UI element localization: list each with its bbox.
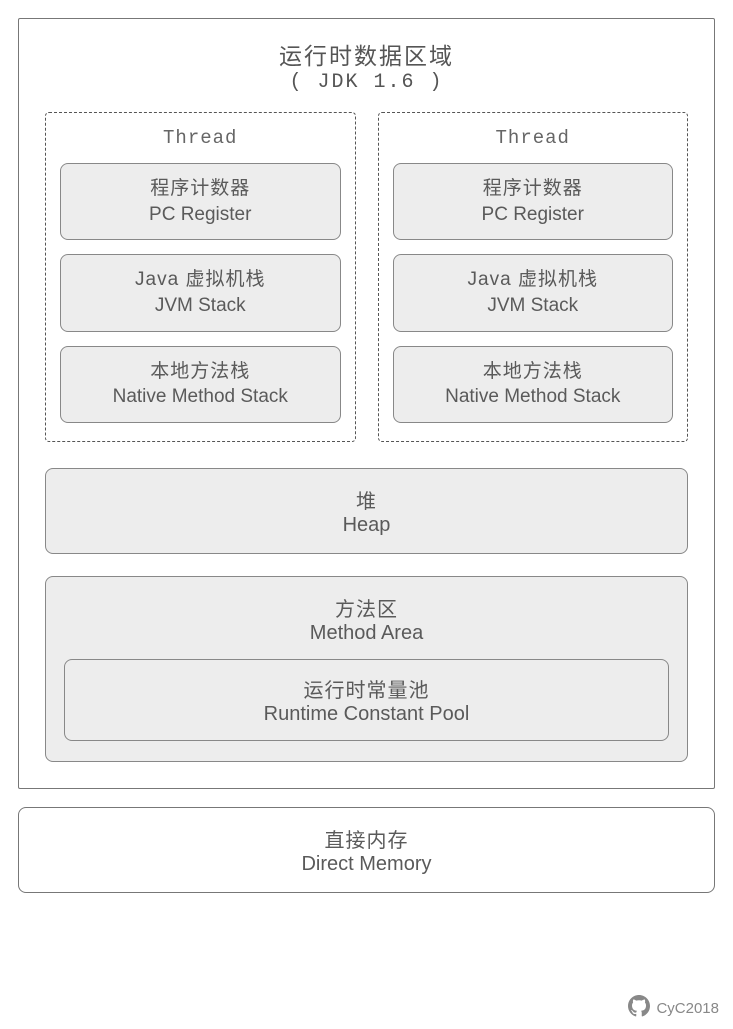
native-stack-en: Native Method Stack bbox=[402, 384, 665, 410]
thread-box-0: Thread 程序计数器 PC Register Java 虚拟机栈 JVM S… bbox=[45, 112, 356, 442]
title-block: 运行时数据区域 ( JDK 1.6 ) bbox=[45, 37, 688, 94]
direct-memory-box: 直接内存 Direct Memory bbox=[18, 807, 715, 893]
pc-register-en: PC Register bbox=[402, 202, 665, 228]
heap-cn: 堆 bbox=[62, 485, 671, 514]
pc-register-box: 程序计数器 PC Register bbox=[60, 163, 341, 240]
native-stack-cn: 本地方法栈 bbox=[402, 359, 665, 385]
heap-en: Heap bbox=[62, 514, 671, 537]
github-cat-icon bbox=[628, 995, 650, 1021]
title-en: ( JDK 1.6 ) bbox=[45, 71, 688, 94]
pc-register-box: 程序计数器 PC Register bbox=[393, 163, 674, 240]
native-stack-en: Native Method Stack bbox=[69, 384, 332, 410]
thread-box-1: Thread 程序计数器 PC Register Java 虚拟机栈 JVM S… bbox=[378, 112, 689, 442]
constant-pool-cn: 运行时常量池 bbox=[75, 674, 658, 703]
threads-row: Thread 程序计数器 PC Register Java 虚拟机栈 JVM S… bbox=[45, 112, 688, 442]
pc-register-cn: 程序计数器 bbox=[402, 176, 665, 202]
thread-title: Thread bbox=[393, 127, 674, 149]
pc-register-cn: 程序计数器 bbox=[69, 176, 332, 202]
method-area-en: Method Area bbox=[64, 622, 669, 645]
jvm-stack-box: Java 虚拟机栈 JVM Stack bbox=[60, 254, 341, 331]
jvm-stack-box: Java 虚拟机栈 JVM Stack bbox=[393, 254, 674, 331]
method-area-box: 方法区 Method Area 运行时常量池 Runtime Constant … bbox=[45, 576, 688, 762]
jvm-stack-cn: Java 虚拟机栈 bbox=[69, 267, 332, 293]
jvm-stack-en: JVM Stack bbox=[402, 293, 665, 319]
constant-pool-en: Runtime Constant Pool bbox=[75, 703, 658, 726]
native-stack-box: 本地方法栈 Native Method Stack bbox=[393, 346, 674, 423]
native-stack-box: 本地方法栈 Native Method Stack bbox=[60, 346, 341, 423]
pc-register-en: PC Register bbox=[69, 202, 332, 228]
method-area-cn: 方法区 bbox=[64, 593, 669, 622]
watermark: CyC2018 bbox=[628, 995, 719, 1021]
watermark-text: CyC2018 bbox=[656, 1000, 719, 1017]
native-stack-cn: 本地方法栈 bbox=[69, 359, 332, 385]
runtime-constant-pool-box: 运行时常量池 Runtime Constant Pool bbox=[64, 659, 669, 741]
heap-box: 堆 Heap bbox=[45, 468, 688, 554]
direct-memory-cn: 直接内存 bbox=[35, 824, 698, 853]
jvm-stack-cn: Java 虚拟机栈 bbox=[402, 267, 665, 293]
thread-title: Thread bbox=[60, 127, 341, 149]
direct-memory-en: Direct Memory bbox=[35, 853, 698, 876]
jvm-stack-en: JVM Stack bbox=[69, 293, 332, 319]
title-cn: 运行时数据区域 bbox=[45, 37, 688, 71]
runtime-data-areas-container: 运行时数据区域 ( JDK 1.6 ) Thread 程序计数器 PC Regi… bbox=[18, 18, 715, 789]
